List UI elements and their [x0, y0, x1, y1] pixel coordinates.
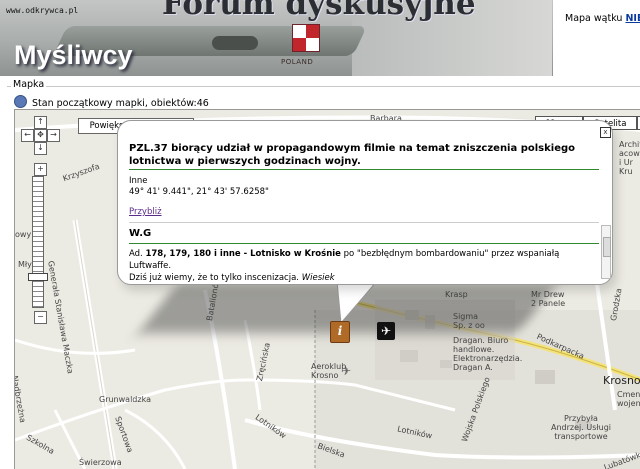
pan-left-button[interactable]: ←: [21, 129, 34, 142]
topic-map-label: Mapa wątku: [565, 13, 623, 24]
title-rule: [129, 169, 599, 170]
map-fieldset-legend: Mapka: [11, 79, 47, 90]
comment-signature: Wiesiek: [301, 273, 335, 283]
author-rule: [129, 243, 599, 244]
map-label: owy: [15, 230, 32, 239]
pan-up-button[interactable]: ↑: [34, 116, 47, 129]
pan-right-button[interactable]: →: [47, 129, 60, 142]
pan-down-button[interactable]: ↓: [34, 142, 47, 155]
map-status-text: Stan początkowy mapki, obiektów:46: [32, 98, 209, 109]
pan-center-button[interactable]: ✥: [34, 129, 47, 142]
section-title: Myśliwcy: [14, 40, 133, 70]
banner-gun: [212, 36, 258, 50]
info-marker-icon[interactable]: i: [330, 321, 350, 343]
comment-author: W.G: [129, 228, 152, 239]
map-label: Cmenta wojenn: [617, 390, 640, 408]
polish-checkerboard-roundel: [292, 24, 320, 52]
marker-coordinates: 49° 41' 9.441", 21° 43' 57.6258": [129, 187, 269, 197]
zoom-in-button[interactable]: +: [34, 163, 47, 176]
roundel-caption: POLAND: [281, 58, 314, 66]
map-label: Grunwaldzka: [99, 395, 151, 404]
smiley-icon[interactable]: [14, 95, 27, 108]
map-status: Stan początkowy mapki, obiektów:46: [14, 95, 209, 109]
topic-map-link-row: Mapa wątku NIEU: [565, 13, 640, 24]
comment-text: Dziś już wiemy, że to tylko inscenizacja…: [129, 273, 302, 283]
zoom-in-link[interactable]: Przybliż: [129, 207, 162, 217]
forum-banner: POLAND www.odkrywca.pl Forum dyskusyjne …: [0, 0, 553, 76]
popup-divider: [129, 222, 599, 223]
zoom-slider-handle[interactable]: [28, 273, 48, 281]
popup-scrollbar[interactable]: [601, 225, 611, 279]
marker-category: Inne: [129, 176, 148, 186]
info-window-tail: [337, 281, 378, 325]
zoom-slider-track[interactable]: [32, 176, 44, 308]
topic-map-link[interactable]: NIEU: [625, 13, 640, 24]
map-city-label: Krosno: [603, 374, 640, 387]
map-label: Aeroklub Krosno: [311, 362, 347, 380]
zoom-out-button[interactable]: −: [34, 311, 47, 324]
map-label: Świerzowa: [79, 458, 122, 467]
airport-marker-icon[interactable]: ✈: [377, 322, 395, 340]
comment-text: Ad.: [129, 249, 146, 259]
info-window: x PZL.37 biorący udział w propagandowym …: [117, 120, 613, 285]
forum-title: Forum dyskusyjne: [162, 0, 476, 22]
comment-body: Ad. 178, 179, 180 i inne - Lotnisko w Kr…: [129, 248, 594, 284]
comment-bold-text: 178, 179, 180 i inne - Lotnisko w Krośni…: [145, 249, 341, 259]
close-icon[interactable]: x: [600, 127, 611, 138]
map-label: Dragan. Biuro handlowe. Elektronarzędzia…: [453, 336, 523, 372]
google-map[interactable]: ✈ Barbara Krzyszofa owy Młyn Generała St…: [14, 109, 640, 469]
fieldset-border: [7, 86, 640, 87]
marker-title: PZL.37 biorący udział w propagandowym fi…: [129, 143, 576, 167]
site-url: www.odkrywca.pl: [6, 6, 79, 15]
map-label: Archito acown i Ur Kru: [619, 140, 640, 176]
scrollbar-thumb[interactable]: [603, 237, 611, 257]
map-label: Przybyła Andrzej. Usługi transportowe: [551, 414, 612, 441]
